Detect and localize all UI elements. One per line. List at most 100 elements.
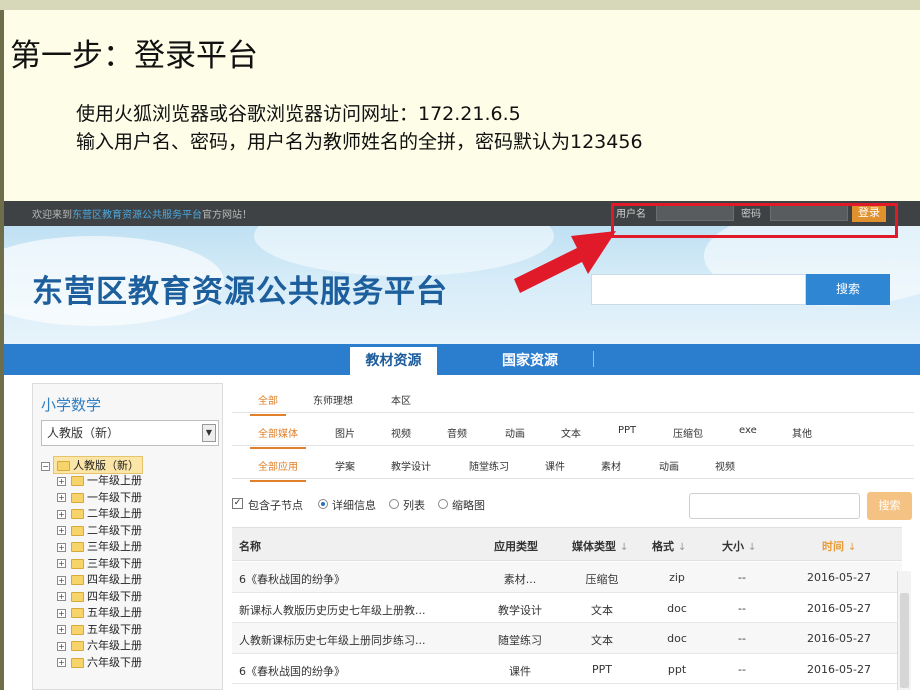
tree-item[interactable]: + 六年级上册 — [57, 637, 142, 654]
filter-apps-item[interactable]: 素材 — [601, 458, 621, 473]
sort-arrow-icon: ↓ — [848, 542, 857, 553]
tree-item[interactable]: + 四年级下册 — [57, 588, 142, 605]
detail-view-radio[interactable] — [318, 499, 328, 509]
tree-item-label: 四年级下册 — [87, 589, 142, 603]
folder-icon — [71, 525, 84, 536]
website-screenshot: 欢迎来到东营区教育资源公共服务平台官方网站！ 用户名 密码 登录 东营区教育资源… — [4, 201, 920, 690]
resource-search-button[interactable]: 搜索 — [867, 492, 912, 520]
filter-media-item[interactable]: 动画 — [505, 425, 525, 440]
tree-item[interactable]: + 六年级下册 — [57, 654, 142, 671]
table-row[interactable]: 6《春秋战国的纷争》 课件 PPT ppt -- 2016-05-27 — [232, 653, 902, 684]
tab-national-resources[interactable]: 国家资源 — [502, 350, 558, 370]
column-header-time[interactable]: 时间 ↓ — [822, 538, 856, 554]
filter-media-item[interactable]: 其他 — [792, 425, 812, 440]
column-header-size[interactable]: 大小 ↓ — [722, 538, 756, 554]
include-children-checkbox[interactable]: ✓ — [232, 498, 243, 509]
tree-item[interactable]: + 五年级上册 — [57, 604, 142, 621]
table-cell: 教学设计 — [498, 603, 542, 617]
instruction-line-credentials: 输入用户名、密码，用户名为教师姓名的全拼，密码默认为123456 — [76, 131, 643, 153]
filter-media-item[interactable]: 视频 — [391, 425, 411, 440]
tree-item[interactable]: + 五年级下册 — [57, 621, 142, 638]
edition-select[interactable]: 人教版（新） ▼ — [41, 420, 219, 446]
thumbnail-view-radio[interactable] — [438, 499, 448, 509]
expand-icon[interactable]: + — [57, 526, 66, 535]
filter-apps-item[interactable]: 视频 — [715, 458, 735, 473]
table-row[interactable]: 6《春秋战国的纷争》 素材... 压缩包 zip -- 2016-05-27 — [232, 562, 902, 593]
expand-icon[interactable]: + — [57, 509, 66, 519]
collapse-icon[interactable]: − — [41, 461, 50, 471]
filter-media-item[interactable]: 压缩包 — [673, 425, 703, 440]
table-cell: PPT — [592, 662, 612, 676]
tree-item-label: 四年级上册 — [87, 573, 142, 586]
list-view-radio[interactable] — [389, 499, 399, 509]
folder-icon — [71, 591, 84, 602]
table-cell: 2016-05-27 — [807, 571, 871, 584]
table-cell: 6《春秋战国的纷争》 — [239, 664, 345, 678]
column-header-app-type[interactable]: 应用类型 — [494, 538, 538, 554]
scrollbar-thumb[interactable] — [900, 593, 909, 688]
table-cell: 随堂练习 — [498, 634, 542, 647]
tree-item[interactable]: + 二年级上册 — [57, 505, 142, 522]
filter-media-item[interactable]: exe — [739, 425, 757, 436]
filter-apps-item[interactable]: 动画 — [659, 458, 679, 473]
filter-apps-item[interactable]: 全部应用 — [250, 458, 306, 482]
table-cell: 人教新课标历史七年级上册同步练习... — [239, 634, 426, 647]
filter-scope-item[interactable]: 全部 — [250, 392, 286, 416]
tree-item[interactable]: + 四年级上册 — [57, 571, 142, 588]
expand-icon[interactable]: + — [57, 493, 66, 502]
filter-apps-item[interactable]: 教学设计 — [391, 458, 431, 473]
table-cell: zip — [669, 571, 685, 584]
filter-apps-item[interactable]: 学案 — [335, 458, 355, 473]
resource-panel: 全部 东师理想 本区 全部媒体 图片 视频 音频 动画 文本 PPT 压缩包 exe 其他 全部应用学… — [232, 383, 914, 690]
expand-icon[interactable]: + — [57, 592, 66, 601]
folder-icon — [71, 476, 84, 486]
table-cell: -- — [738, 662, 746, 676]
filter-media-item[interactable]: 文本 — [561, 425, 581, 440]
table-cell: 文本 — [591, 603, 613, 617]
tab-textbook-resources[interactable]: 教材资源 — [350, 347, 437, 375]
filter-apps-item[interactable]: 随堂练习 — [469, 458, 509, 473]
tree-item-label: 三年级下册 — [87, 556, 142, 570]
filter-apps-item[interactable]: 课件 — [545, 458, 565, 473]
folder-icon — [71, 608, 84, 618]
filter-row-apps: 全部应用 学案 教学设计 随堂练习 课件 素材 动画 视频 — [232, 449, 914, 482]
resource-search-input[interactable] — [689, 493, 860, 519]
tree-item[interactable]: + 一年级下册 — [57, 489, 142, 506]
table-cell: -- — [738, 601, 746, 615]
scrollbar[interactable] — [897, 571, 911, 690]
tree-item-label: 五年级下册 — [87, 622, 142, 636]
tree-item[interactable]: + 二年级下册 — [57, 522, 142, 539]
expand-icon[interactable]: + — [57, 476, 66, 486]
chevron-down-icon[interactable]: ▼ — [202, 424, 216, 442]
tree-item[interactable]: + 三年级上册 — [57, 538, 142, 555]
table-row[interactable]: 人教新课标历史七年级上册同步练习... 随堂练习 文本 doc -- 2016-05-27 — [232, 623, 902, 654]
filter-media-item[interactable]: PPT — [618, 425, 636, 436]
expand-icon[interactable]: + — [57, 625, 66, 634]
expand-icon[interactable]: + — [57, 641, 66, 651]
expand-icon[interactable]: + — [57, 542, 66, 552]
filter-scope-item[interactable]: 东师理想 — [313, 392, 353, 407]
filter-scope-item[interactable]: 本区 — [391, 392, 411, 407]
filter-row-media: 全部媒体 图片 视频 音频 动画 文本 PPT 压缩包 exe 其他 — [232, 416, 914, 449]
table-cell: 新课标人教版历史历史七年级上册教... — [239, 603, 426, 617]
tree-item[interactable]: + 三年级下册 — [57, 555, 142, 572]
tree-item-label: 三年级上册 — [87, 540, 142, 553]
column-header-name[interactable]: 名称 — [239, 538, 261, 554]
tree-item[interactable]: + 一年级上册 — [57, 472, 142, 489]
column-header-format[interactable]: 格式 ↓ — [652, 538, 686, 554]
filter-row-scope: 全部 东师理想 本区 — [232, 383, 914, 416]
filter-media-item[interactable]: 音频 — [447, 425, 467, 440]
expand-icon[interactable]: + — [57, 575, 66, 585]
filter-media-item[interactable]: 全部媒体 — [250, 425, 306, 449]
column-header-media-type[interactable]: 媒体类型 ↓ — [572, 538, 628, 554]
sort-arrow-icon: ↓ — [678, 542, 687, 553]
expand-icon[interactable]: + — [57, 559, 66, 568]
filter-media-item[interactable]: 图片 — [335, 425, 355, 440]
slide-instructions: 使用火狐浏览器或谷歌浏览器访问网址：172.21.6.5 输入用户名、密码，用户… — [76, 100, 643, 156]
folder-icon — [71, 641, 84, 651]
tree-item-label: 五年级上册 — [87, 606, 142, 619]
table-row[interactable]: 新课标人教版历史历史七年级上册教... 教学设计 文本 doc -- 2016-05-27 — [232, 592, 902, 623]
expand-icon[interactable]: + — [57, 608, 66, 618]
tree-item-label: 二年级上册 — [87, 507, 142, 520]
expand-icon[interactable]: + — [57, 658, 66, 667]
